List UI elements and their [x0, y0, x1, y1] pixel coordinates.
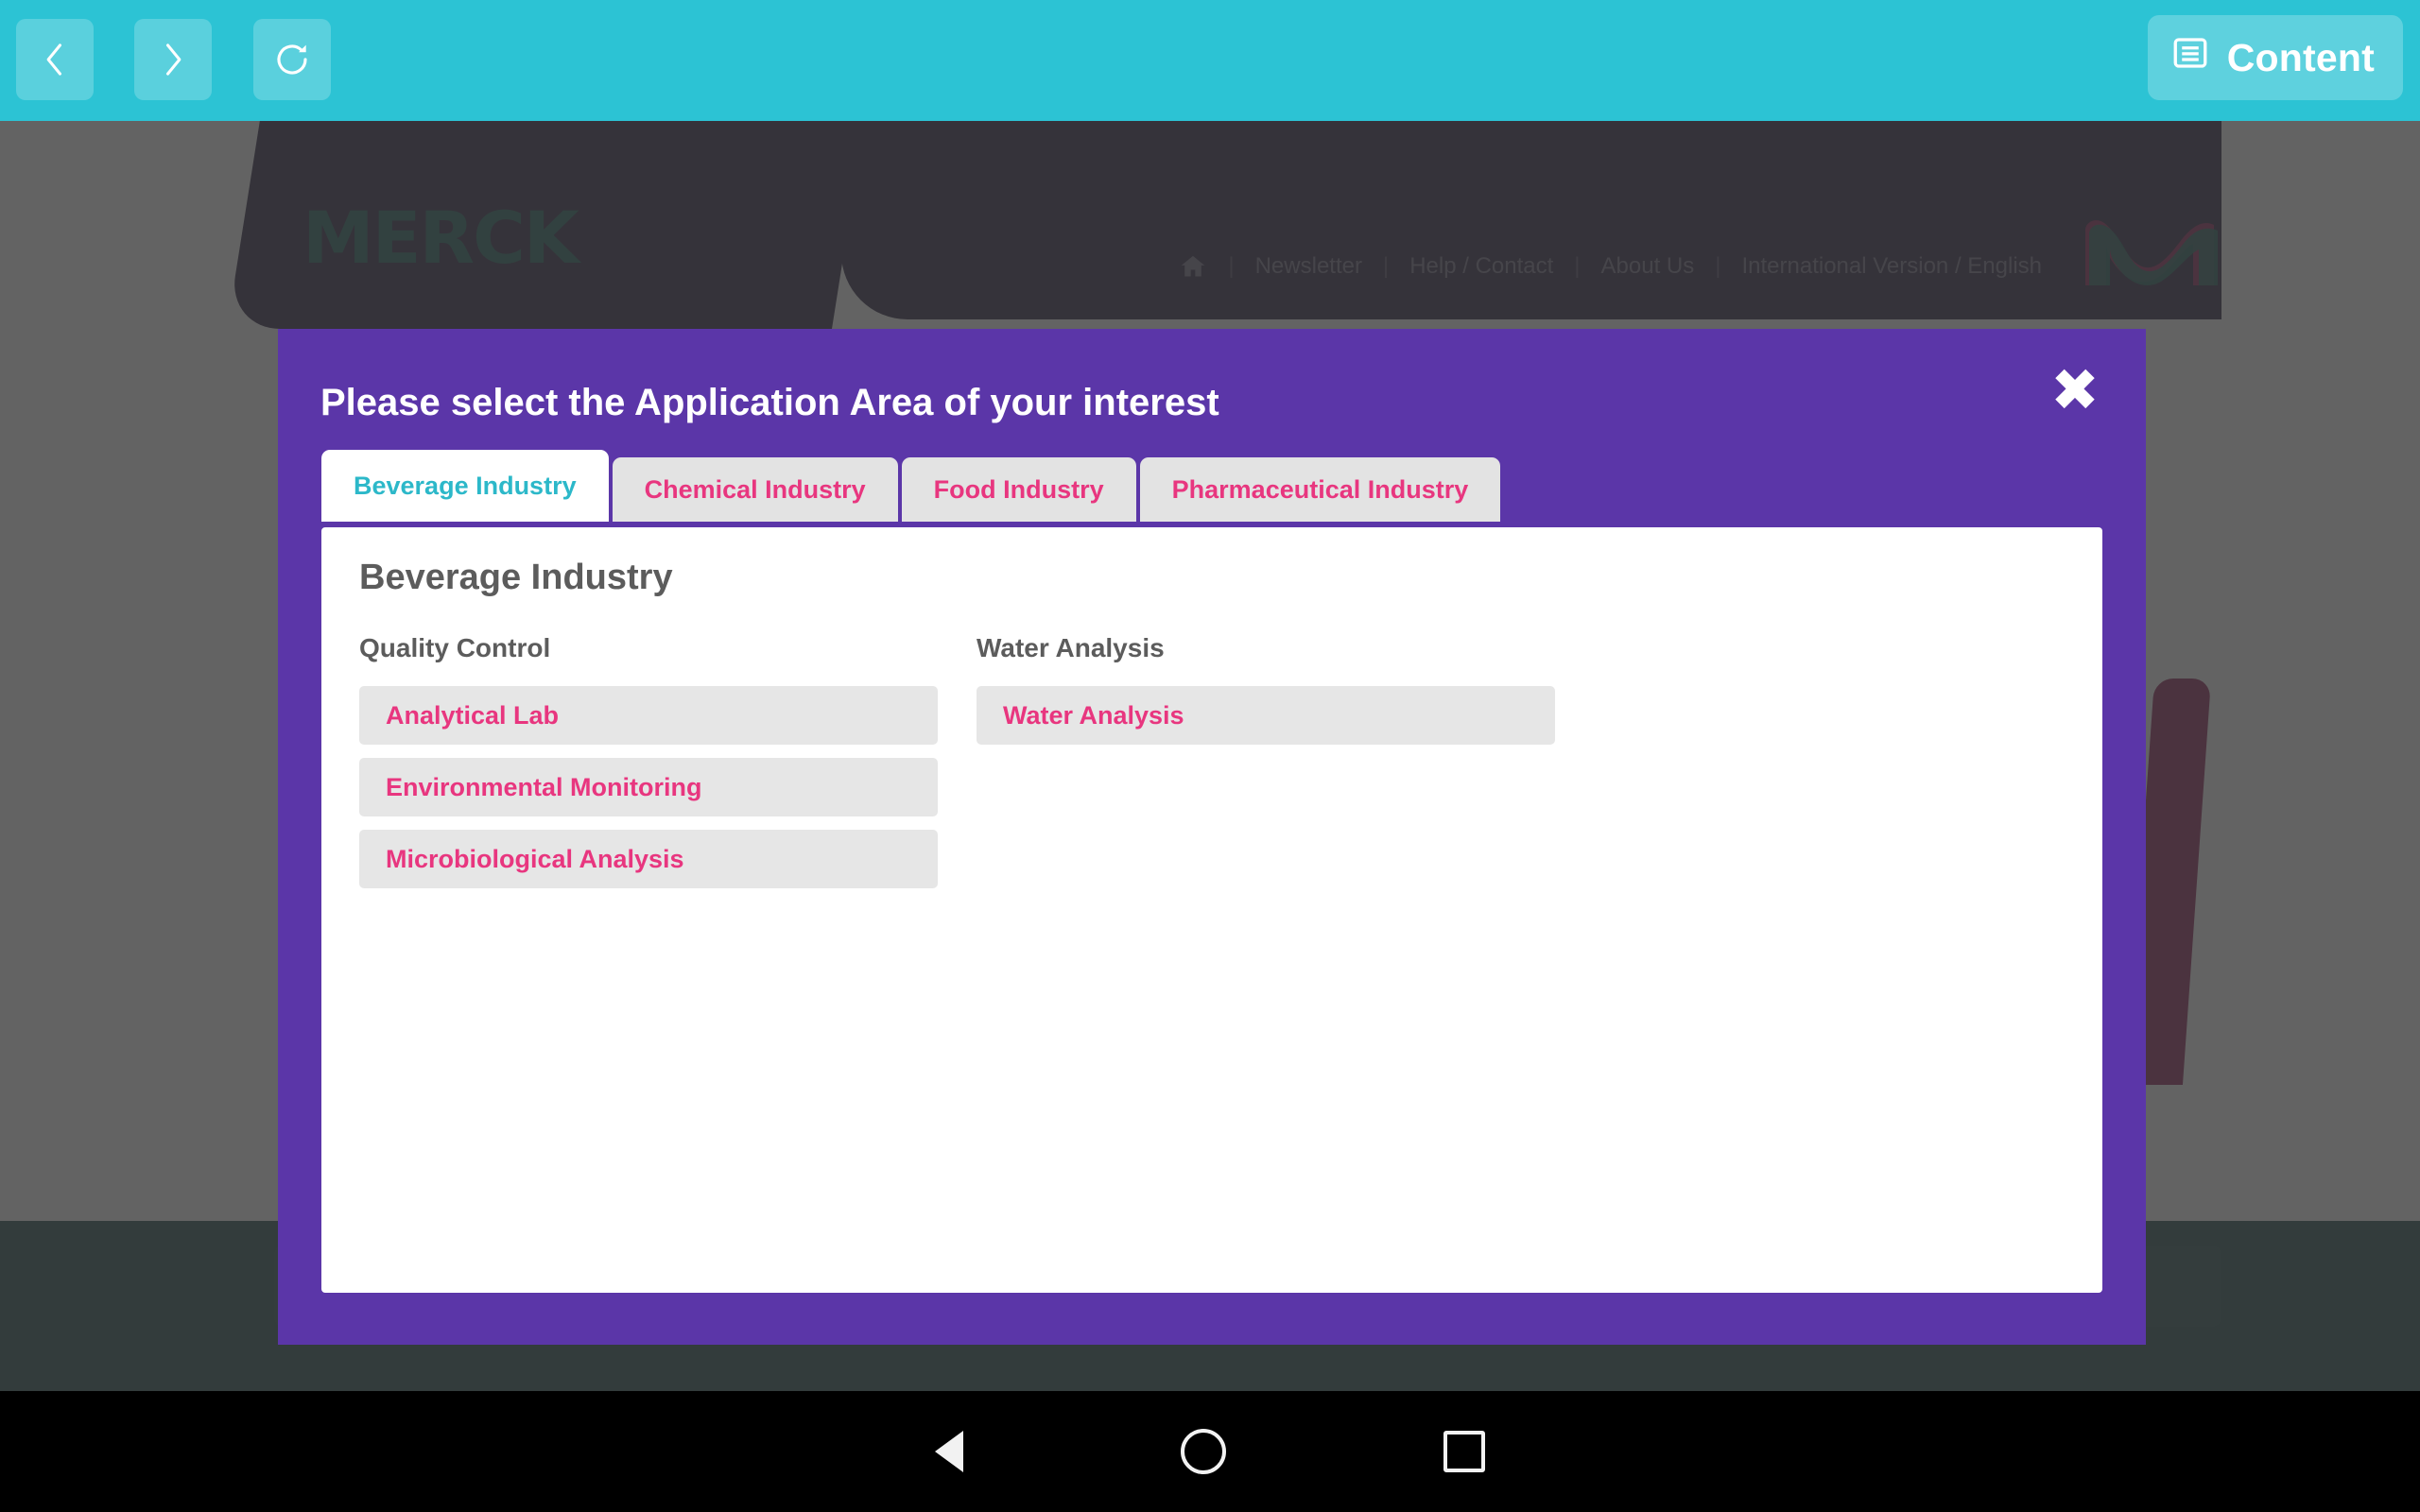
- android-recents-icon[interactable]: [1443, 1431, 1485, 1472]
- content-button[interactable]: Content: [2148, 15, 2403, 100]
- list-item-label: Analytical Lab: [386, 701, 559, 730]
- tab-label: Food Industry: [934, 475, 1104, 505]
- content-button-label: Content: [2227, 36, 2375, 80]
- tab-label: Chemical Industry: [645, 475, 866, 505]
- reload-icon: [272, 40, 312, 79]
- android-back-icon[interactable]: [935, 1431, 963, 1472]
- list-item-water-analysis[interactable]: Water Analysis: [977, 686, 1555, 745]
- list-icon: [2170, 33, 2210, 82]
- back-button[interactable]: [16, 19, 94, 100]
- column-water-analysis: Water Analysis Water Analysis: [977, 633, 1555, 902]
- android-home-icon[interactable]: [1181, 1429, 1226, 1474]
- tab-label: Beverage Industry: [354, 472, 577, 501]
- tab-panel: Beverage Industry Quality Control Analyt…: [321, 527, 2102, 1293]
- list-item-environmental-monitoring[interactable]: Environmental Monitoring: [359, 758, 938, 816]
- panel-heading: Beverage Industry: [359, 558, 673, 598]
- tab-label: Pharmaceutical Industry: [1172, 475, 1469, 505]
- close-icon[interactable]: ✖: [2038, 353, 2112, 427]
- list-item-analytical-lab[interactable]: Analytical Lab: [359, 686, 938, 745]
- screen: MERCK | Newsletter | Help / Contact | Ab…: [0, 0, 2420, 1512]
- android-navigation-bar: [0, 1391, 2420, 1512]
- tab-pharmaceutical-industry[interactable]: Pharmaceutical Industry: [1140, 457, 1501, 522]
- chevron-right-icon: [157, 39, 189, 80]
- forward-button[interactable]: [134, 19, 212, 100]
- column-heading: Water Analysis: [977, 633, 1555, 663]
- tab-food-industry[interactable]: Food Industry: [902, 457, 1136, 522]
- modal-title: Please select the Application Area of yo…: [320, 382, 1219, 424]
- list-item-label: Microbiological Analysis: [386, 845, 684, 874]
- list-item-microbiological-analysis[interactable]: Microbiological Analysis: [359, 830, 938, 888]
- panel-columns: Quality Control Analytical Lab Environme…: [359, 633, 2065, 902]
- list-item-label: Environmental Monitoring: [386, 773, 702, 802]
- chevron-left-icon: [39, 39, 71, 80]
- industry-tabs: Beverage Industry Chemical Industry Food…: [321, 450, 1504, 522]
- column-quality-control: Quality Control Analytical Lab Environme…: [359, 633, 938, 902]
- column-heading: Quality Control: [359, 633, 938, 663]
- tab-chemical-industry[interactable]: Chemical Industry: [613, 457, 898, 522]
- reload-button[interactable]: [253, 19, 331, 100]
- tab-beverage-industry[interactable]: Beverage Industry: [321, 450, 609, 522]
- browser-toolbar: Content: [0, 0, 2420, 121]
- list-item-label: Water Analysis: [1003, 701, 1184, 730]
